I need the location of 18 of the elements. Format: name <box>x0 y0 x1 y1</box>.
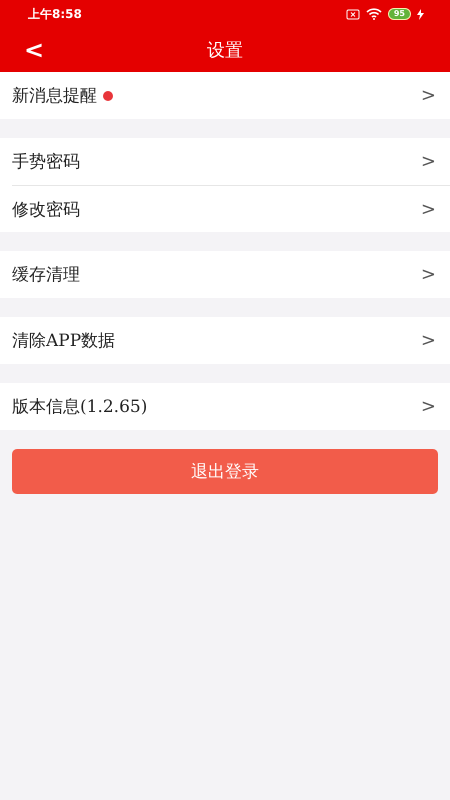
setting-label[interactable]: 缓存清理 <box>12 263 80 286</box>
chevron-icon: > <box>420 85 436 106</box>
chevron-icon: > <box>420 396 436 417</box>
battery-icon: 95 <box>388 8 411 20</box>
setting-label[interactable]: 版本信息(1.2.65) <box>12 395 148 418</box>
setting-label[interactable]: 手势密码 <box>12 150 80 173</box>
wifi-icon <box>366 8 382 20</box>
chevron-icon: > <box>420 151 436 172</box>
status-time: 上午8:58 <box>28 6 82 22</box>
chevron-icon: > <box>420 264 436 285</box>
sim-icon <box>346 8 360 20</box>
setting-label[interactable]: 清除APP数据 <box>12 329 116 352</box>
setting-label[interactable]: 修改密码 <box>12 198 80 220</box>
page-title: 设置 <box>207 39 243 62</box>
setting-label[interactable]: 新消息提醒 <box>12 84 97 107</box>
chevron-icon: > <box>420 198 436 220</box>
chevron-icon: > <box>420 330 436 351</box>
back-button[interactable]: < <box>18 36 50 64</box>
